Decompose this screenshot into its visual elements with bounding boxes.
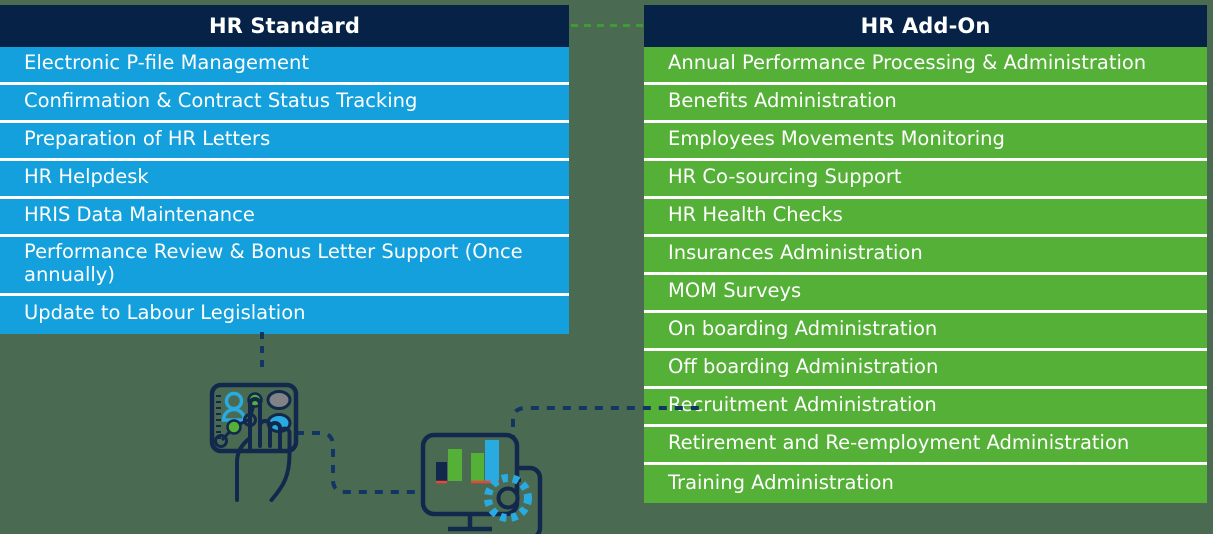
list-item[interactable]: Off boarding Administration bbox=[644, 351, 1207, 389]
list-item[interactable]: HR Health Checks bbox=[644, 199, 1207, 237]
hr-add-on-item-label: Insurances Administration bbox=[668, 241, 923, 265]
hr-add-on-item-label: Training Administration bbox=[668, 470, 894, 494]
connector-dashboard-to-addon bbox=[511, 406, 700, 443]
list-item[interactable]: Annual Performance Processing & Administ… bbox=[644, 47, 1207, 85]
list-item[interactable]: Retirement and Re-employment Administrat… bbox=[644, 427, 1207, 465]
hr-add-on-item-label: Recruitment Administration bbox=[668, 393, 937, 417]
hr-standard-item-label: HR Helpdesk bbox=[24, 165, 149, 189]
list-item[interactable]: Insurances Administration bbox=[644, 237, 1207, 275]
hr-add-on-header: HR Add-On bbox=[644, 5, 1207, 47]
hr-standard-item-label: Confirmation & Contract Status Tracking bbox=[24, 89, 418, 113]
list-item[interactable]: HRIS Data Maintenance bbox=[0, 199, 569, 237]
hr-add-on-item-label: HR Co-sourcing Support bbox=[668, 165, 902, 189]
hr-add-on-row-list: Annual Performance Processing & Administ… bbox=[644, 47, 1207, 503]
list-item[interactable]: Benefits Administration bbox=[644, 85, 1207, 123]
hr-standard-item-label: Electronic P-file Management bbox=[24, 51, 310, 75]
list-item[interactable]: On boarding Administration bbox=[644, 313, 1207, 351]
connector-tablet-to-dashboard bbox=[296, 431, 420, 494]
hr-add-on-item-label: On boarding Administration bbox=[668, 317, 938, 341]
hr-add-on-item-label: Off boarding Administration bbox=[668, 355, 939, 379]
list-item[interactable]: Electronic P-file Management bbox=[0, 47, 569, 85]
hr-add-on-column: HR Add-On Annual Performance Processing … bbox=[644, 5, 1207, 503]
header-connector-dashed-line bbox=[571, 24, 643, 27]
tablet-bezel-hatch bbox=[216, 395, 221, 439]
computer-dashboard-gear-icon bbox=[420, 432, 543, 534]
hr-standard-column: HR Standard Electronic P-file Management… bbox=[0, 5, 569, 334]
avatar-icon bbox=[221, 391, 247, 422]
list-item[interactable]: Update to Labour Legislation bbox=[0, 295, 569, 334]
list-item[interactable]: Preparation of HR Letters bbox=[0, 123, 569, 161]
tablet-button-gray bbox=[266, 390, 292, 410]
list-item[interactable]: Performance Review & Bonus Letter Suppor… bbox=[0, 237, 569, 296]
hr-add-on-item-label: MOM Surveys bbox=[668, 279, 802, 303]
hr-add-on-item-label: Retirement and Re-employment Administrat… bbox=[668, 431, 1130, 455]
hr-standard-item-label: Performance Review & Bonus Letter Suppor… bbox=[24, 240, 523, 286]
hr-standard-header: HR Standard bbox=[0, 5, 569, 47]
hr-standard-row-list: Electronic P-file Management Confirmatio… bbox=[0, 47, 569, 334]
hr-add-on-item-label: HR Health Checks bbox=[668, 203, 843, 227]
list-item[interactable]: Training Administration bbox=[644, 465, 1207, 503]
hr-standard-title: HR Standard bbox=[208, 13, 361, 38]
list-item[interactable]: Employees Movements Monitoring bbox=[644, 123, 1207, 161]
hr-add-on-title: HR Add-On bbox=[860, 13, 991, 38]
hr-add-on-item-label: Employees Movements Monitoring bbox=[668, 127, 1005, 151]
list-item[interactable]: Recruitment Administration bbox=[644, 389, 1207, 427]
list-item[interactable]: Confirmation & Contract Status Tracking bbox=[0, 85, 569, 123]
infographic-canvas: HR Standard Electronic P-file Management… bbox=[0, 0, 1213, 534]
process-illustration bbox=[209, 332, 700, 534]
hr-add-on-item-label: Benefits Administration bbox=[668, 89, 897, 113]
hr-add-on-item-label: Annual Performance Processing & Administ… bbox=[668, 51, 1147, 75]
hand-tapping-tablet-icon bbox=[209, 382, 299, 502]
list-item[interactable]: MOM Surveys bbox=[644, 275, 1207, 313]
hr-standard-item-label: HRIS Data Maintenance bbox=[24, 203, 255, 227]
hr-standard-item-label: Preparation of HR Letters bbox=[24, 127, 271, 151]
hr-standard-item-label: Update to Labour Legislation bbox=[24, 301, 306, 325]
list-item[interactable]: HR Helpdesk bbox=[0, 161, 569, 199]
list-item[interactable]: HR Co-sourcing Support bbox=[644, 161, 1207, 199]
